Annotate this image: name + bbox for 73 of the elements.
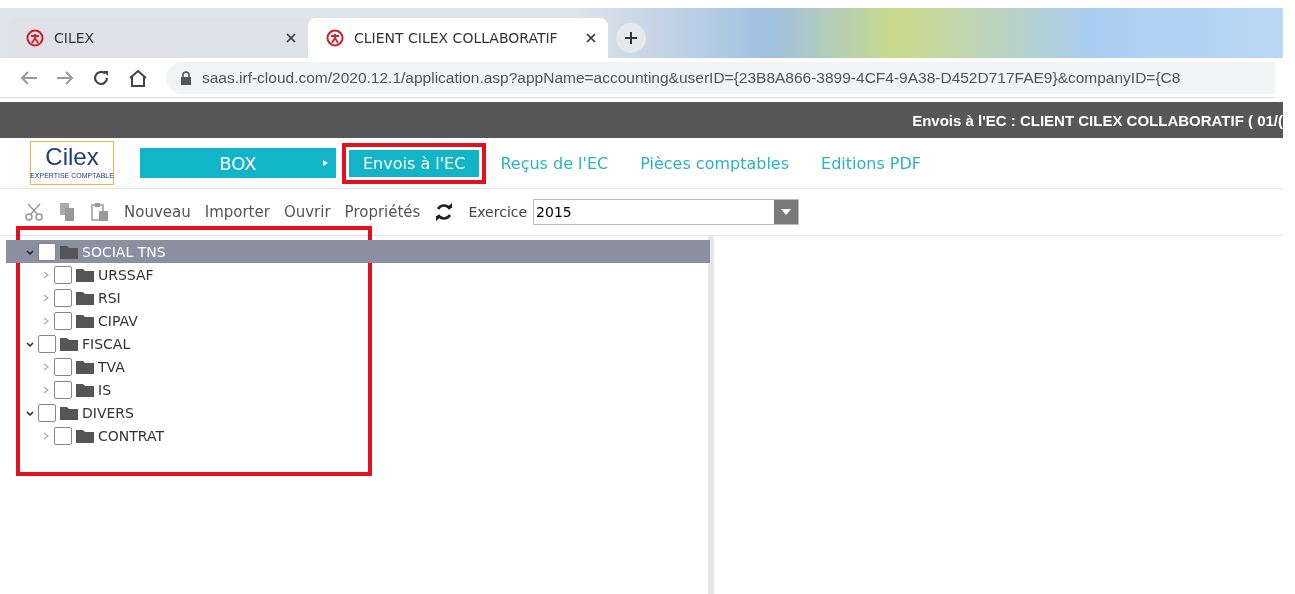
paste-icon[interactable]: [90, 202, 110, 222]
logo-text: Cilex: [45, 142, 99, 172]
collapsed-chevron-icon[interactable]: [42, 293, 50, 302]
toolbar-action[interactable]: Importer: [204, 203, 270, 221]
browser-tab[interactable]: CILEX: [8, 18, 308, 58]
checkbox[interactable]: [38, 403, 56, 422]
tree-row[interactable]: RSI: [6, 286, 710, 309]
tree-row[interactable]: URSSAF: [6, 263, 710, 286]
checkbox[interactable]: [54, 288, 72, 307]
folder-icon: [76, 267, 94, 282]
toolbar-action[interactable]: Ouvrir: [283, 203, 331, 221]
collapsed-chevron-icon[interactable]: [42, 362, 50, 371]
plus-icon: [624, 31, 638, 45]
caret-icon: [781, 209, 792, 215]
collapsed-chevron-icon[interactable]: [42, 270, 50, 279]
expanded-chevron-icon[interactable]: [26, 408, 34, 417]
cut-icon[interactable]: [24, 202, 44, 222]
app-logo-icon: [326, 29, 344, 47]
back-icon[interactable]: [20, 69, 38, 86]
tree-row[interactable]: IS: [6, 378, 710, 401]
address-field[interactable]: saas.irf-cloud.com/2020.12.1/application.asp?appName=accounting&userID={23B8A866-3899-4CF4-9A38-D452D717FAE9}&companyID={C8: [166, 61, 1275, 94]
folder-label: FISCAL: [82, 335, 131, 352]
checkbox[interactable]: [54, 357, 72, 376]
refresh-icon[interactable]: [434, 202, 455, 222]
collapsed-chevron-icon[interactable]: [42, 316, 50, 325]
tree-row[interactable]: TVA: [6, 355, 710, 378]
collapsed-chevron-icon[interactable]: [42, 431, 50, 440]
tab-title: CILEX: [54, 30, 96, 46]
toolbar-action[interactable]: Propriétés: [344, 203, 421, 221]
folder-icon: [60, 336, 78, 351]
folder-icon: [76, 313, 94, 328]
tree-row[interactable]: DIVERS: [6, 401, 710, 424]
reload-icon[interactable]: [92, 68, 110, 87]
folder-icon: [76, 359, 94, 374]
forward-icon[interactable]: [56, 69, 74, 86]
close-icon[interactable]: [586, 33, 596, 43]
checkbox[interactable]: [54, 311, 72, 330]
expanded-chevron-icon[interactable]: [26, 339, 34, 348]
tree-row[interactable]: CONTRAT: [6, 424, 710, 447]
new-tab-button[interactable]: [616, 23, 646, 53]
tree-row[interactable]: FISCAL: [6, 332, 710, 355]
folder-icon: [76, 382, 94, 397]
folder-label: RSI: [98, 289, 121, 306]
folder-label: IS: [98, 381, 111, 398]
toolbar-action[interactable]: Nouveau: [124, 203, 191, 221]
exercice-label: Exercice: [468, 204, 528, 220]
folder-label: CONTRAT: [98, 427, 165, 444]
folder-icon: [60, 405, 78, 420]
tab-title: CLIENT CILEX COLLABORATIF: [354, 30, 559, 46]
folder-label: TVA: [98, 358, 125, 375]
checkbox[interactable]: [38, 242, 56, 261]
app-logo-icon: [26, 29, 44, 47]
checkbox[interactable]: [38, 334, 56, 353]
folder-label: SOCIAL TNS: [82, 243, 166, 260]
folder-label: CIPAV: [98, 312, 138, 329]
home-icon[interactable]: [128, 68, 148, 87]
folder-icon: [76, 428, 94, 443]
tree-row[interactable]: CIPAV: [6, 309, 710, 332]
caret-icon: [323, 160, 328, 166]
checkbox[interactable]: [54, 380, 72, 399]
checkbox[interactable]: [54, 426, 72, 445]
browser-tab[interactable]: CLIENT CILEX COLLABORATIF: [308, 18, 608, 58]
collapsed-chevron-icon[interactable]: [42, 385, 50, 394]
folder-label: URSSAF: [98, 266, 154, 283]
lock-icon: [180, 70, 192, 85]
folder-icon: [76, 290, 94, 305]
folder-icon: [60, 244, 78, 259]
close-icon[interactable]: [286, 33, 296, 43]
copy-icon[interactable]: [58, 202, 76, 222]
folder-label: DIVERS: [82, 404, 134, 421]
page-title: Envois à l'EC : CLIENT CILEX COLLABORATIF ( 01/(: [912, 111, 1283, 129]
exercice-dropdown[interactable]: 2015: [533, 199, 800, 225]
checkbox[interactable]: [54, 265, 72, 284]
